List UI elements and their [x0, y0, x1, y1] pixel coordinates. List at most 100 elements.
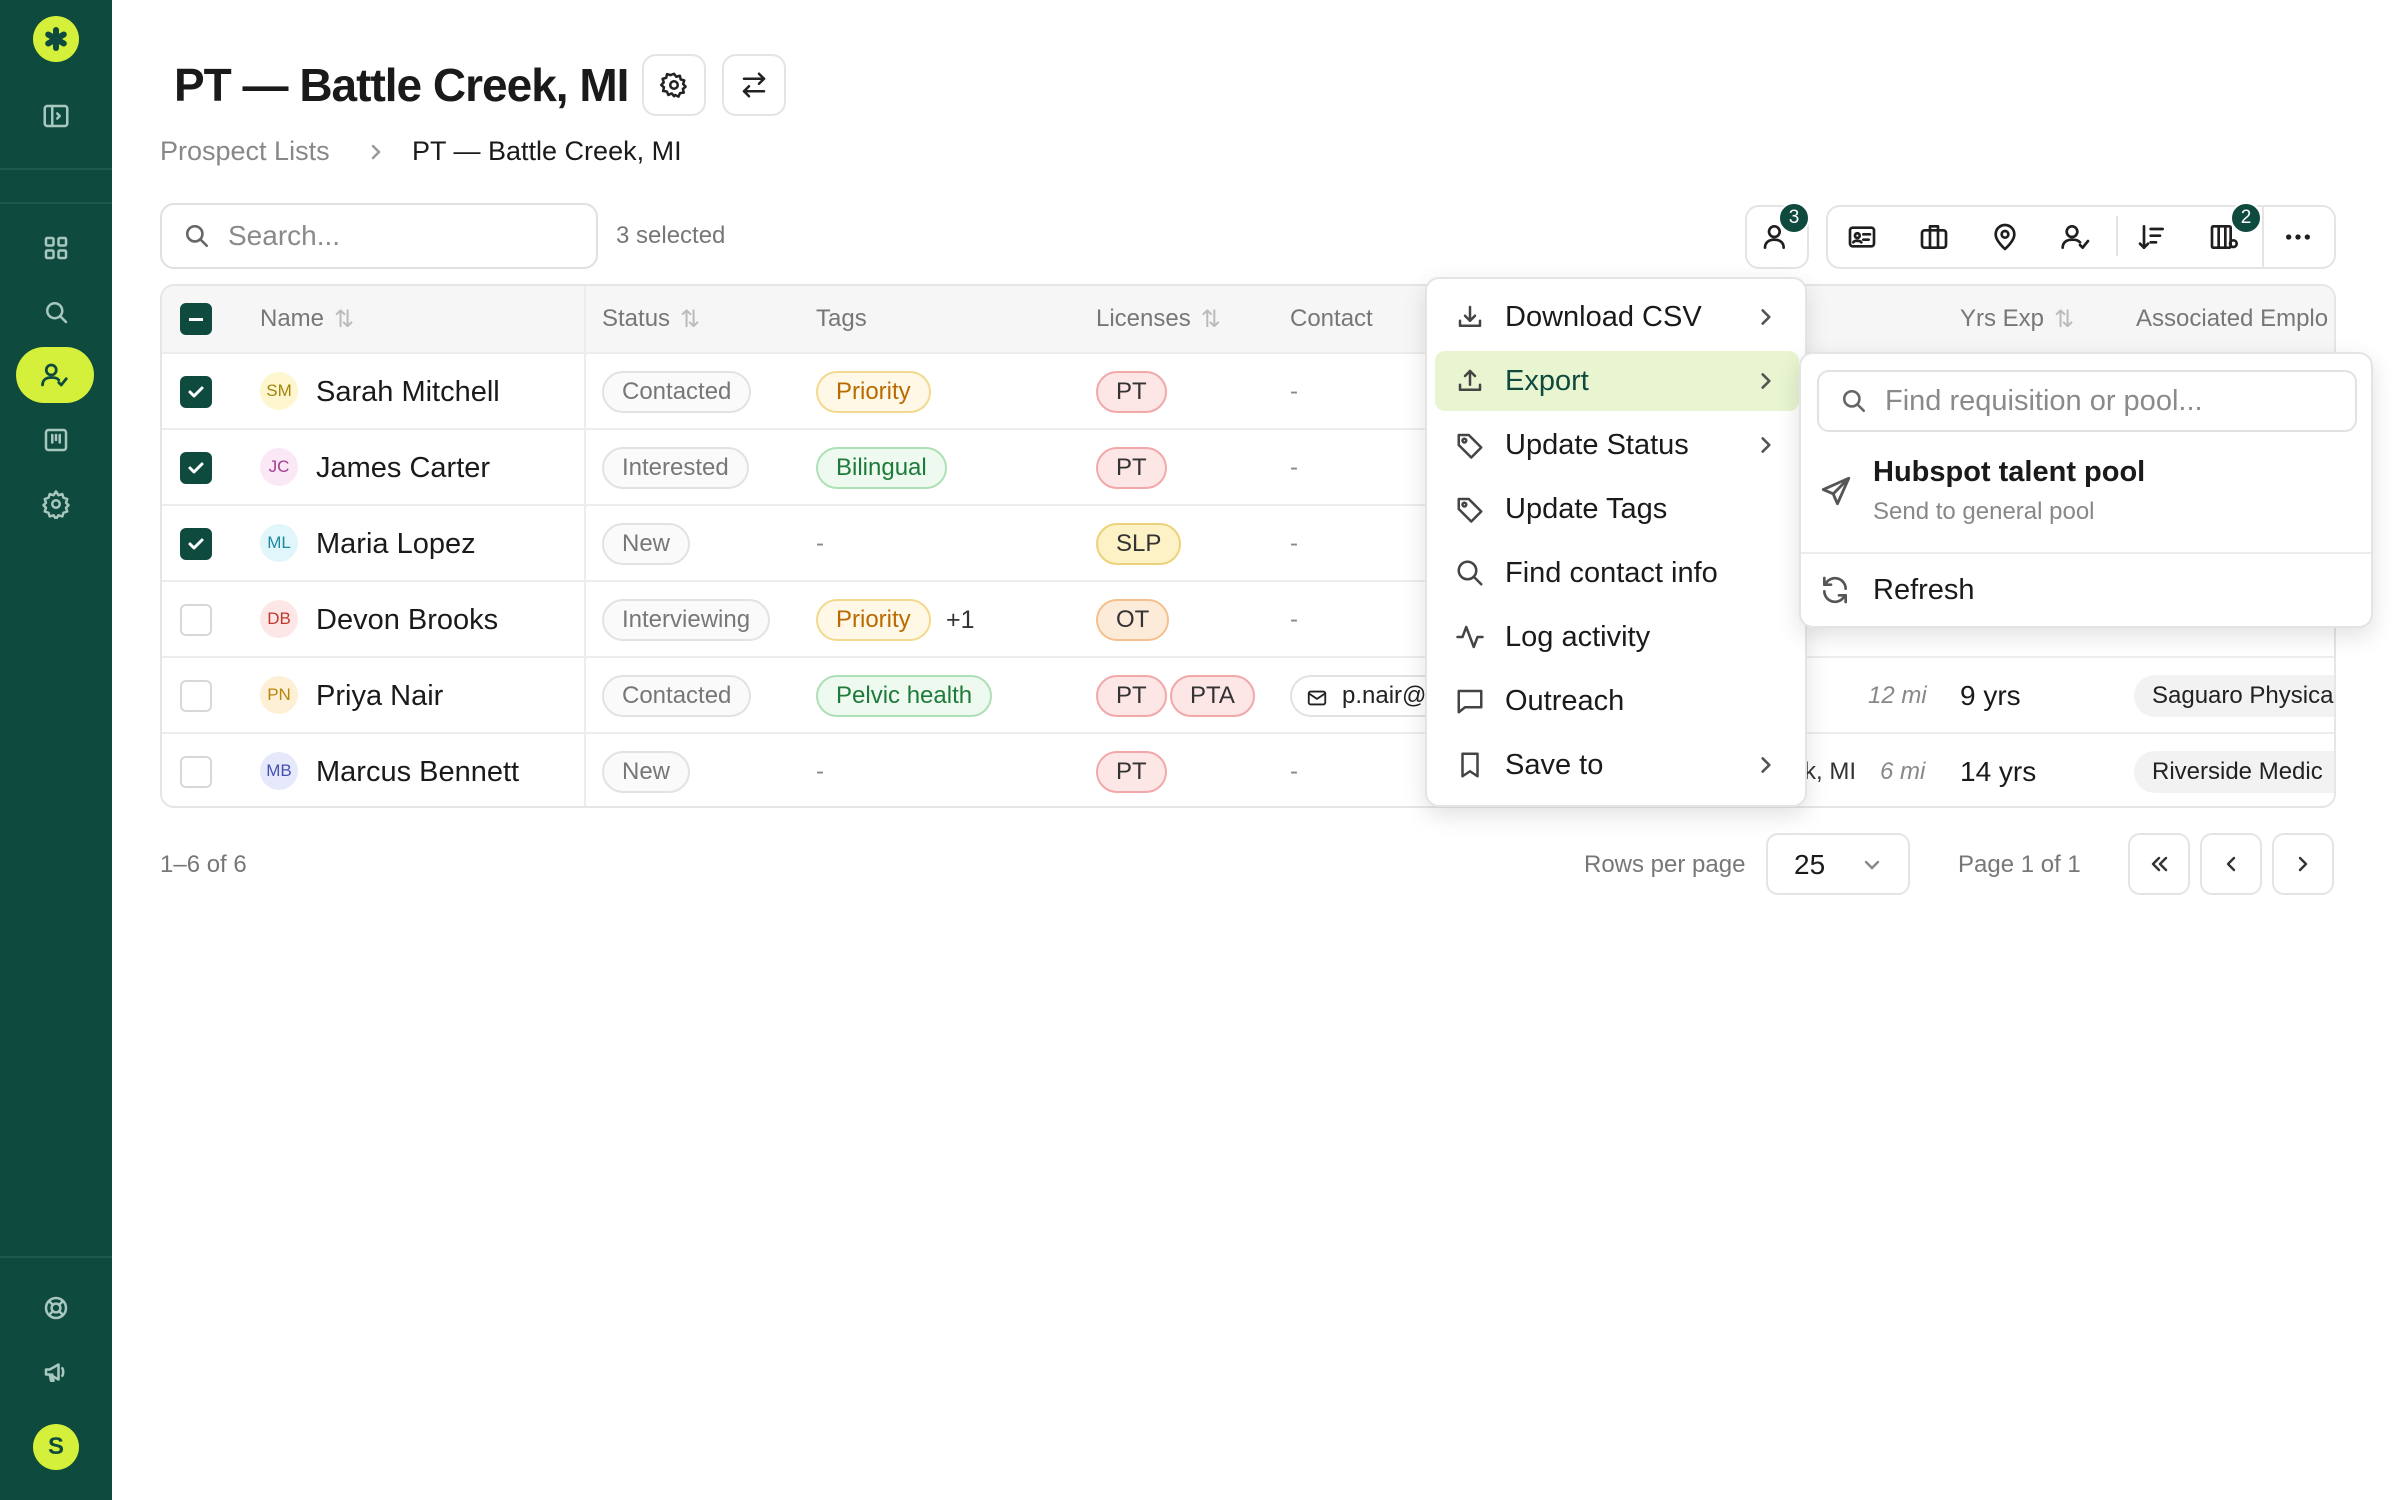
prospect-name[interactable]: Priya Nair [316, 680, 443, 713]
menu-item-outreach[interactable]: Outreach [1435, 671, 1799, 731]
contact-email-chip[interactable]: p.nair@ [1290, 675, 1447, 717]
app-logo[interactable] [33, 16, 79, 62]
pool-option-hubspot[interactable]: Hubspot talent pool Send to general pool [1809, 446, 2365, 538]
prospects-nav-active[interactable] [16, 347, 94, 403]
table-row[interactable]: PN Priya Nair Contacted Pelvic health PT… [162, 656, 2334, 732]
search-icon [185, 224, 209, 248]
gear-icon [660, 72, 687, 98]
prospect-name[interactable]: Marcus Bennett [316, 756, 519, 789]
pool-subtitle: Send to general pool [1873, 498, 2095, 525]
status-badge[interactable]: Interested [602, 447, 749, 489]
row-checkbox[interactable] [180, 756, 212, 788]
activity-icon [1456, 625, 1484, 649]
board-icon[interactable] [32, 416, 80, 464]
prospect-name[interactable]: James Carter [316, 452, 490, 485]
menu-item-save-to[interactable]: Save to [1435, 735, 1799, 795]
menu-item-export[interactable]: Export [1435, 351, 1799, 411]
check-icon [188, 386, 204, 398]
menu-item-label: Save to [1505, 748, 1604, 781]
rows-per-page-label: Rows per page [1584, 851, 1746, 878]
menu-item-label: Log activity [1505, 620, 1651, 653]
column-header-status[interactable]: Status ⇅ [602, 286, 700, 352]
announcements-icon[interactable] [32, 1348, 80, 1396]
avatar: DB [260, 600, 298, 638]
status-badge[interactable]: Contacted [602, 675, 752, 717]
search-icon [1457, 560, 1483, 586]
tag-icon [1457, 497, 1483, 523]
search-input[interactable]: Search... [160, 203, 598, 269]
chevron-left-icon [2226, 856, 2236, 872]
employer-chip[interactable]: Saguaro Physica [2134, 675, 2334, 717]
actions-menu: Download CSV Export Update Status Update… [1425, 277, 1807, 807]
export-submenu: Find requisition or pool... Hubspot tale… [1799, 352, 2373, 628]
row-checkbox[interactable] [180, 528, 212, 560]
row-checkbox[interactable] [180, 680, 212, 712]
status-badge[interactable]: Interviewing [602, 599, 771, 641]
menu-item-log-activity[interactable]: Log activity [1435, 607, 1799, 667]
dashboard-icon[interactable] [32, 224, 80, 272]
id-card-icon[interactable] [1830, 205, 1894, 269]
breadcrumb-root[interactable]: Prospect Lists [160, 136, 330, 167]
divider [2116, 216, 2118, 256]
user-check-icon[interactable] [2044, 205, 2108, 269]
column-label: Contact [1290, 305, 1373, 332]
divider [0, 202, 112, 204]
switch-list-button[interactable] [722, 54, 786, 116]
license-badge: OT [1096, 599, 1170, 641]
user-avatar[interactable]: S [33, 1424, 79, 1470]
upload-icon [1458, 369, 1482, 391]
sort-icon[interactable] [2120, 205, 2184, 269]
column-header-licenses[interactable]: Licenses ⇅ [1096, 286, 1221, 352]
menu-item-find-contact-info[interactable]: Find contact info [1435, 543, 1799, 603]
contact-value: - [1290, 758, 1298, 785]
table-row[interactable]: MB Marcus Bennett New - PT - k, MI 6 mi … [162, 732, 2334, 806]
help-icon[interactable] [32, 1284, 80, 1332]
tag-overflow-count[interactable]: +1 [946, 606, 975, 635]
column-header-yrs-exp[interactable]: Yrs Exp ⇅ [1960, 286, 2074, 352]
row-range: 1–6 of 6 [160, 851, 247, 878]
prospect-name[interactable]: Sarah Mitchell [316, 376, 500, 409]
previous-page-button[interactable] [2200, 833, 2262, 895]
more-options-icon[interactable] [2266, 205, 2330, 269]
next-page-button[interactable] [2272, 833, 2334, 895]
refresh-button[interactable]: Refresh [1809, 560, 2365, 620]
status-badge[interactable]: Contacted [602, 371, 752, 413]
license-badge: PT [1096, 675, 1167, 717]
menu-item-label: Export [1505, 364, 1589, 397]
chevron-right-icon [1761, 373, 1771, 389]
menu-item-download-csv[interactable]: Download CSV [1435, 287, 1799, 347]
sort-arrows-icon: ⇅ [680, 305, 701, 333]
row-checkbox[interactable] [180, 604, 212, 636]
rows-per-page-select[interactable]: 25 [1766, 833, 1910, 895]
column-header-name[interactable]: Name ⇅ [260, 286, 354, 352]
years-experience: 14 yrs [1960, 756, 2037, 787]
row-checkbox[interactable] [180, 452, 212, 484]
sidebar-toggle-icon[interactable] [32, 92, 80, 140]
settings-icon[interactable] [32, 480, 80, 528]
chevron-right-icon [1761, 437, 1771, 453]
select-all-checkbox[interactable] [180, 303, 212, 335]
pool-title: Hubspot talent pool [1873, 456, 2146, 488]
logo-icon [45, 27, 67, 51]
status-badge[interactable]: New [602, 751, 691, 793]
briefcase-icon[interactable] [1902, 205, 1966, 269]
column-header-employer: Associated Emplo [2136, 286, 2328, 352]
contact-value: - [1290, 606, 1298, 633]
menu-item-update-status[interactable]: Update Status [1435, 415, 1799, 475]
tag-empty: - [816, 758, 824, 785]
prospect-name[interactable]: Devon Brooks [316, 604, 498, 637]
menu-item-label: Update Tags [1505, 492, 1668, 525]
requisition-search-input[interactable]: Find requisition or pool... [1817, 370, 2357, 432]
menu-item-update-tags[interactable]: Update Tags [1435, 479, 1799, 539]
location-pin-icon[interactable] [1973, 205, 2037, 269]
employer-chip[interactable]: Riverside Medic [2134, 751, 2334, 793]
menu-item-label: Outreach [1505, 684, 1625, 717]
avatar: JC [260, 448, 298, 486]
row-checkbox[interactable] [180, 376, 212, 408]
first-page-button[interactable] [2128, 833, 2190, 895]
list-settings-button[interactable] [642, 54, 706, 116]
status-badge[interactable]: New [602, 523, 691, 565]
search-icon[interactable] [32, 288, 80, 336]
distance-value: 12 mi [1868, 682, 1927, 709]
prospect-name[interactable]: Maria Lopez [316, 528, 476, 561]
